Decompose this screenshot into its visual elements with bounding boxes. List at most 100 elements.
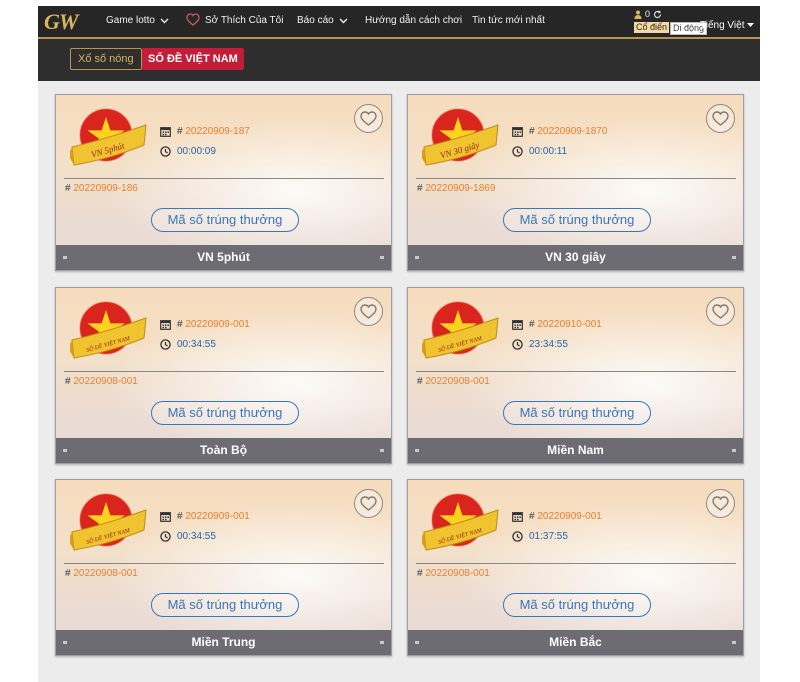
card-divider (64, 371, 384, 372)
countdown-timer: 01:37:55 (529, 531, 568, 542)
hash-symbol: # (65, 376, 71, 387)
gw-logo[interactable]: GW (44, 11, 78, 33)
clock-icon (160, 531, 171, 542)
footer-dot (732, 449, 736, 452)
card-footer[interactable]: Toàn Bộ (56, 438, 391, 463)
vietnam-lottery-tab[interactable]: SỐ ĐỀ VIỆT NAM (142, 48, 244, 70)
last-draw-number: 20220908-001 (73, 376, 138, 387)
last-draw-row: # 20220908-001 (65, 568, 138, 579)
lottery-badge-icon: SỐ ĐỀ VIỆT NAM (70, 301, 147, 359)
hash-symbol: # (65, 568, 71, 579)
clock-icon (512, 146, 523, 157)
nav-game-lotto[interactable]: Game lotto (106, 15, 169, 26)
heart-icon (360, 304, 377, 319)
countdown-timer: 00:34:55 (177, 531, 216, 542)
winning-numbers-button[interactable]: Mã số trúng thưởng (503, 593, 651, 617)
nav-my-favorites[interactable]: Sở Thích Của Tôi (186, 13, 283, 26)
countdown-timer: 00:34:55 (177, 339, 216, 350)
winning-numbers-button[interactable]: Mã số trúng thưởng (503, 208, 651, 232)
hash-symbol: # (529, 126, 535, 137)
card-footer[interactable]: VN 5phút (56, 245, 391, 270)
clock-icon (512, 531, 523, 542)
hash-symbol: # (529, 319, 535, 330)
last-draw-row: # 20220909-1869 (417, 183, 495, 194)
countdown-row: 00:34:55 (160, 531, 216, 542)
lottery-card[interactable]: VN 5phút # 20220909-187 00:00:09 # 20220… (55, 94, 392, 271)
heart-icon (360, 111, 377, 126)
last-draw-number: 20220909-1869 (425, 183, 496, 194)
hot-lottery-tab[interactable]: Xổ số nóng (70, 48, 142, 70)
language-label: Tiếng Việt (700, 20, 745, 31)
nav-how-to-play-label: Hướng dẫn cách chơi (365, 15, 463, 26)
footer-dot (63, 449, 67, 452)
calendar-icon (160, 320, 171, 330)
top-navbar: GW Game lotto Sở Thích Của Tôi Báo cáo H… (38, 6, 760, 39)
heart-icon (186, 13, 200, 26)
nav-game-lotto-label: Game lotto (106, 15, 155, 26)
lottery-card[interactable]: VN 30 giây # 20220909-1870 00:00:11 # 20… (407, 94, 744, 271)
current-draw-number: 20220909-1870 (537, 126, 608, 137)
nav-reports-label: Báo cáo (297, 15, 334, 26)
winning-numbers-button[interactable]: Mã số trúng thưởng (503, 401, 651, 425)
countdown-timer: 23:34:55 (529, 339, 568, 350)
card-footer[interactable]: VN 30 giây (408, 245, 743, 270)
heart-icon (712, 496, 729, 511)
last-draw-row: # 20220909-186 (65, 183, 138, 194)
winning-numbers-button[interactable]: Mã số trúng thưởng (151, 208, 299, 232)
winning-numbers-button[interactable]: Mã số trúng thưởng (151, 593, 299, 617)
favorite-heart-button[interactable] (354, 104, 383, 133)
last-draw-row: # 20220908-001 (417, 376, 490, 387)
hash-symbol: # (417, 568, 423, 579)
card-footer[interactable]: Miền Bắc (408, 630, 743, 655)
countdown-timer: 00:00:11 (529, 146, 568, 157)
current-draw-row: # 20220909-001 (160, 511, 250, 522)
card-footer[interactable]: Miền Nam (408, 438, 743, 463)
lottery-badge-icon: SỐ ĐỀ VIỆT NAM (422, 493, 499, 551)
nav-latest-news[interactable]: Tin tức mới nhất (472, 15, 545, 26)
favorite-heart-button[interactable] (354, 489, 383, 518)
last-draw-row: # 20220908-001 (417, 568, 490, 579)
hash-symbol: # (177, 319, 183, 330)
category-bar: Xổ số nóng SỐ ĐỀ VIỆT NAM (38, 39, 760, 81)
winning-numbers-button[interactable]: Mã số trúng thưởng (151, 401, 299, 425)
current-draw-row: # 20220909-001 (512, 511, 602, 522)
current-draw-row: # 20220909-1870 (512, 126, 607, 137)
favorite-heart-button[interactable] (706, 104, 735, 133)
language-selector[interactable]: Tiếng Việt (700, 20, 755, 31)
clock-icon (160, 339, 171, 350)
hash-symbol: # (529, 511, 535, 522)
footer-dot (63, 256, 67, 259)
card-divider (64, 563, 384, 564)
mode-classic-button[interactable]: Cổ điển (634, 22, 670, 33)
favorite-heart-button[interactable] (706, 297, 735, 326)
countdown-row: 01:37:55 (512, 531, 568, 542)
lottery-card[interactable]: SỐ ĐỀ VIỆT NAM # 20220910-001 23:34:55 #… (407, 287, 744, 464)
user-area: 0 Cổ điển Di động Tiếng Việt (630, 8, 760, 35)
heart-icon (712, 111, 729, 126)
card-title: Miền Bắc (549, 635, 602, 649)
favorite-heart-button[interactable] (354, 297, 383, 326)
nav-how-to-play[interactable]: Hướng dẫn cách chơi (365, 15, 462, 26)
card-footer[interactable]: Miền Trung (56, 630, 391, 655)
heart-icon (360, 496, 377, 511)
favorite-heart-button[interactable] (706, 489, 735, 518)
footer-dot (63, 641, 67, 644)
card-divider (64, 178, 384, 179)
lottery-card[interactable]: SỐ ĐỀ VIỆT NAM # 20220909-001 00:34:55 #… (55, 287, 392, 464)
current-draw-number: 20220909-001 (537, 511, 602, 522)
last-draw-number: 20220908-001 (425, 376, 490, 387)
refresh-icon[interactable] (653, 9, 662, 19)
nav-reports[interactable]: Báo cáo (297, 15, 348, 26)
lottery-card[interactable]: SỐ ĐỀ VIỆT NAM # 20220909-001 01:37:55 #… (407, 479, 744, 656)
hash-symbol: # (177, 126, 183, 137)
lottery-card[interactable]: SỐ ĐỀ VIỆT NAM # 20220909-001 00:34:55 #… (55, 479, 392, 656)
footer-dot (415, 449, 419, 452)
last-draw-row: # 20220908-001 (65, 376, 138, 387)
balance-value: 0 (645, 9, 651, 19)
lottery-badge-icon: VN 5phút (70, 108, 147, 166)
footer-dot (380, 641, 384, 644)
lottery-badge-icon: SỐ ĐỀ VIỆT NAM (422, 301, 499, 359)
countdown-timer: 00:00:09 (177, 146, 216, 157)
current-draw-number: 20220909-187 (185, 126, 250, 137)
hash-symbol: # (65, 183, 71, 194)
